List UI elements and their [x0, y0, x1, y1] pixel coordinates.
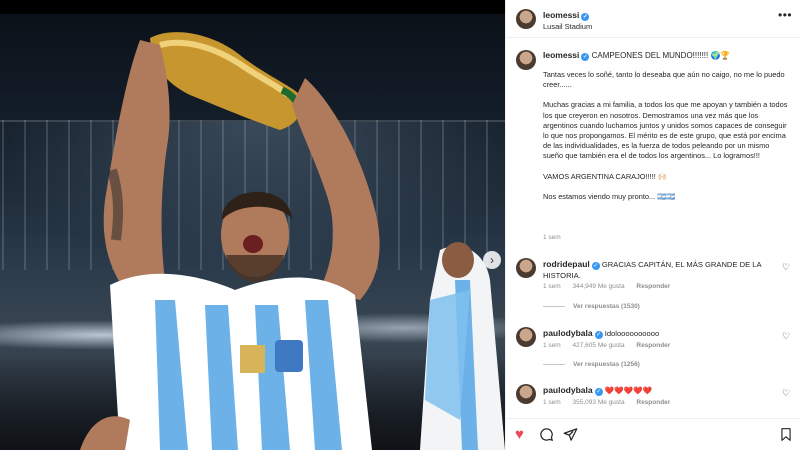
caption-author[interactable]: leomessi — [543, 50, 579, 60]
verified-icon: ✓ — [581, 53, 590, 61]
heart-outline-icon[interactable]: ♡ — [782, 388, 790, 399]
world-cup-trophy — [150, 32, 304, 130]
comment-time[interactable]: 1 sem — [543, 399, 561, 406]
reply-button[interactable]: Responder — [636, 342, 670, 349]
caption-headline: leomessi ✓ CAMPEONES DEL MUNDO!!!!!!! 🌍🏆 — [543, 50, 793, 61]
comment-author[interactable]: rodridepaul — [543, 259, 590, 269]
comment-text: paulodybala ✓ ❤️❤️❤️❤️❤️ — [543, 385, 775, 397]
comment-meta: 1 sem 344,949 Me gusta Responder — [543, 283, 680, 290]
comment-body: ❤️❤️❤️❤️❤️ — [604, 386, 652, 395]
comment-body: Idoloooooooooo — [604, 329, 660, 338]
reply-button[interactable]: Responder — [636, 283, 670, 290]
comment-time[interactable]: 1 sem — [543, 342, 561, 349]
player-illustration — [80, 32, 505, 450]
post-author[interactable]: leomessi ✓ — [543, 10, 590, 21]
verified-icon: ✓ — [581, 13, 590, 21]
caption-headline-text: CAMPEONES DEL MUNDO!!!!!!! 🌍🏆 — [591, 51, 731, 60]
post-header: leomessi ✓ Lusail Stadium ••• — [506, 0, 800, 38]
view-replies-label: Ver respuestas (1530) — [573, 303, 640, 310]
comment-icon[interactable] — [539, 427, 554, 446]
avatar[interactable] — [516, 384, 536, 404]
post-photo[interactable]: › — [0, 0, 505, 450]
heart-filled-icon[interactable]: ♥ — [515, 427, 524, 443]
caption-paragraph: VAMOS ARGENTINA CARAJO!!!!! 🙌🏻 — [543, 171, 668, 181]
share-icon[interactable] — [563, 427, 578, 446]
chevron-right-icon: › — [490, 253, 494, 267]
verified-icon: ✓ — [594, 388, 603, 396]
verified-icon: ✓ — [594, 331, 603, 339]
caption-paragraph: Nos estamos viendo muy pronto... 🇦🇷🇦🇷 — [543, 191, 676, 201]
comment-author[interactable]: paulodybala — [543, 385, 593, 395]
comments-scroll-area[interactable]: leomessi ✓ CAMPEONES DEL MUNDO!!!!!!! 🌍🏆 … — [506, 38, 800, 418]
caption-paragraph: Tantas veces lo soñé, tanto lo deseaba q… — [543, 70, 785, 90]
view-replies-button[interactable]: Ver respuestas (1530) — [543, 303, 640, 310]
post-side-panel: leomessi ✓ Lusail Stadium ••• leomessi ✓ C… — [505, 0, 800, 450]
comment-likes[interactable]: 344,949 Me gusta — [573, 283, 625, 290]
heart-outline-icon[interactable]: ♡ — [782, 262, 790, 273]
view-replies-button[interactable]: Ver respuestas (1256) — [543, 361, 640, 368]
comment-item: paulodybala ✓ ❤️❤️❤️❤️❤️ 1 sem 355,093 Me… — [506, 384, 800, 418]
comment-text: paulodybala ✓ Idoloooooooooo — [543, 328, 775, 340]
bookmark-icon[interactable] — [779, 427, 793, 446]
comment-likes[interactable]: 427,605 Me gusta — [573, 342, 625, 349]
comment-text: rodridepaul ✓ GRACIAS CAPITÁN, EL MÁS GRA… — [543, 259, 775, 281]
action-bar: ♥ — [506, 418, 800, 450]
caption-paragraph: Muchas gracias a mi familia, a todos los… — [543, 100, 788, 161]
view-replies-label: Ver respuestas (1256) — [573, 361, 640, 368]
comment-item: rodridepaul ✓ GRACIAS CAPITÁN, EL MÁS GRA… — [506, 258, 800, 328]
avatar[interactable] — [516, 50, 536, 70]
avatar[interactable] — [516, 9, 536, 29]
comment-author[interactable]: paulodybala — [543, 328, 593, 338]
post-author-name[interactable]: leomessi — [543, 10, 579, 20]
avatar[interactable] — [516, 327, 536, 347]
reply-button[interactable]: Responder — [636, 399, 670, 406]
verified-icon: ✓ — [591, 262, 600, 270]
comment-likes[interactable]: 355,093 Me gusta — [573, 399, 625, 406]
replies-divider — [543, 363, 565, 365]
comment-meta: 1 sem 427,605 Me gusta Responder — [543, 342, 680, 349]
post-location[interactable]: Lusail Stadium — [543, 22, 592, 31]
avatar[interactable] — [516, 258, 536, 278]
heart-outline-icon[interactable]: ♡ — [782, 331, 790, 342]
comment-meta: 1 sem 355,093 Me gusta Responder — [543, 399, 680, 406]
replies-divider — [543, 305, 565, 307]
comment-time[interactable]: 1 sem — [543, 283, 561, 290]
caption-body: Tantas veces lo soñé, tanto lo deseaba q… — [543, 70, 789, 212]
caption-timestamp[interactable]: 1 sem — [543, 234, 561, 241]
next-photo-button[interactable]: › — [483, 251, 501, 269]
ellipsis-icon[interactable]: ••• — [778, 8, 792, 22]
